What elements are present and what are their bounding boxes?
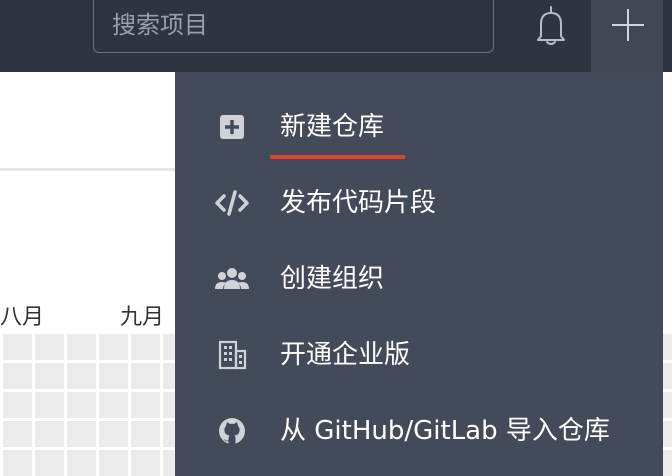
contribution-cell xyxy=(99,450,128,476)
plus-icon xyxy=(612,9,644,41)
menu-item-label: 开通企业版 xyxy=(280,340,411,370)
menu-item-new-repo[interactable]: 新建仓库 xyxy=(175,96,663,156)
month-label: 九月 xyxy=(120,305,165,330)
active-indicator xyxy=(270,155,405,159)
building-icon xyxy=(215,340,249,370)
contribution-cell xyxy=(131,334,160,360)
contribution-cell xyxy=(663,363,672,389)
menu-item-label: 发布代码片段 xyxy=(280,188,437,218)
contribution-cell xyxy=(3,421,32,447)
create-new-button[interactable] xyxy=(591,0,663,72)
contribution-cell xyxy=(99,392,128,418)
contribution-cell xyxy=(163,392,175,418)
contribution-cell xyxy=(67,450,96,476)
contribution-cell xyxy=(131,363,160,389)
menu-item-enterprise[interactable]: 开通企业版 xyxy=(175,324,663,384)
menu-item-create-org[interactable]: 创建组织 xyxy=(175,248,663,308)
code-icon xyxy=(215,188,249,218)
contribution-cell xyxy=(35,421,64,447)
contribution-cell xyxy=(663,334,672,360)
contribution-cell xyxy=(163,363,175,389)
menu-item-label: 创建组织 xyxy=(280,264,385,294)
contribution-cell xyxy=(3,363,32,389)
contribution-cell xyxy=(35,392,64,418)
top-bar: 搜索项目 xyxy=(0,0,672,72)
contribution-cell xyxy=(3,334,32,360)
contribution-cell xyxy=(663,450,672,476)
menu-item-publish-snippet[interactable]: 发布代码片段 xyxy=(175,172,663,232)
contribution-cell xyxy=(35,450,64,476)
contribution-cell xyxy=(163,334,175,360)
contribution-cell xyxy=(663,392,672,418)
contribution-cell xyxy=(163,450,175,476)
contribution-cell xyxy=(99,421,128,447)
contribution-grid xyxy=(0,334,175,476)
contribution-cell xyxy=(67,392,96,418)
search-placeholder: 搜索项目 xyxy=(112,11,208,39)
contribution-cell xyxy=(35,334,64,360)
contribution-cell xyxy=(99,363,128,389)
contribution-cell xyxy=(663,421,672,447)
contribution-grid-edge xyxy=(663,334,672,476)
contribution-cell xyxy=(131,450,160,476)
contribution-cell xyxy=(67,334,96,360)
plus-square-icon xyxy=(215,112,249,142)
contribution-cell xyxy=(131,392,160,418)
month-label: 八月 xyxy=(0,305,45,330)
menu-item-label: 从 GitHub/GitLab 导入仓库 xyxy=(280,416,610,446)
contribution-cell xyxy=(99,334,128,360)
menu-item-label: 新建仓库 xyxy=(280,112,385,142)
contribution-cell xyxy=(131,421,160,447)
search-input[interactable]: 搜索项目 xyxy=(93,0,494,53)
contribution-cell xyxy=(163,421,175,447)
contribution-cell xyxy=(67,421,96,447)
contribution-cell xyxy=(3,450,32,476)
section-divider xyxy=(0,168,175,171)
contribution-cell xyxy=(35,363,64,389)
create-dropdown-menu: 新建仓库 发布代码片段 创建组织 开通企业版 从 GitHub/GitLab 导… xyxy=(175,72,663,476)
github-icon xyxy=(215,416,249,446)
users-icon xyxy=(215,264,249,294)
menu-item-import-repo[interactable]: 从 GitHub/GitLab 导入仓库 xyxy=(175,400,663,460)
contribution-cell xyxy=(67,363,96,389)
contribution-cell xyxy=(3,392,32,418)
bell-icon[interactable] xyxy=(530,5,572,47)
